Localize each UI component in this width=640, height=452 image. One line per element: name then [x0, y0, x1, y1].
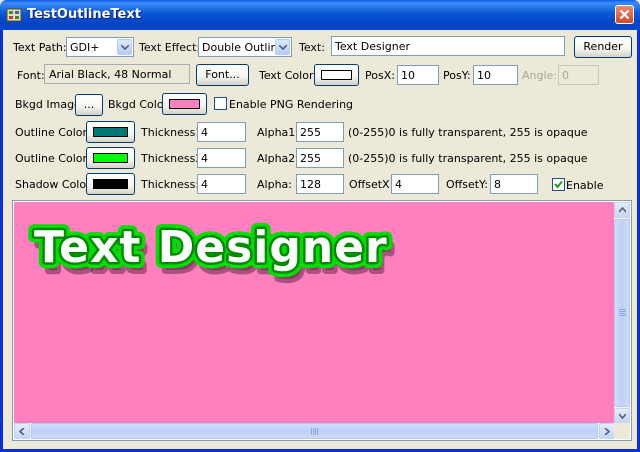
text-color-label: Text Color: — [259, 69, 317, 82]
alpha1-value: 255 — [300, 126, 321, 139]
thickness1-input[interactable]: 4 — [197, 122, 246, 142]
offsetx-label: OffsetX: — [349, 178, 394, 191]
main-window: TestOutlineText Text Path: GDI+ Text Eff… — [0, 0, 640, 452]
outline-color2-swatch — [93, 153, 128, 163]
text-effect-label: Text Effect: — [139, 41, 201, 54]
shadow-color-swatch — [93, 179, 128, 189]
alpha1-label: Alpha1: — [257, 126, 299, 139]
offsety-label: OffsetY: — [446, 178, 489, 191]
outline-color1-button[interactable] — [86, 121, 135, 143]
thickness1-value: 4 — [201, 126, 208, 139]
posx-input[interactable]: 10 — [397, 65, 439, 85]
alpha1-input[interactable]: 255 — [296, 122, 344, 142]
angle-input: 0 — [558, 65, 599, 85]
shadow-color-label: Shadow Color: — [15, 178, 95, 191]
posx-label: PosX: — [365, 69, 395, 82]
thickness2-value: 4 — [201, 152, 208, 165]
offsety-value: 8 — [494, 178, 501, 191]
shadow-enable-checkbox[interactable] — [552, 178, 565, 191]
text-input-value: Text Designer — [335, 40, 411, 53]
horizontal-scroll-thumb[interactable] — [31, 423, 598, 439]
shadow-alpha-input[interactable]: 128 — [296, 174, 344, 194]
text-fill: Text Designer — [34, 222, 388, 273]
shadow-enable-label: Enable — [566, 179, 604, 192]
shadow-thickness-label: Thickness: — [141, 178, 200, 191]
font-value: Arial Black, 48 Normal — [49, 68, 172, 81]
posx-value: 10 — [401, 69, 415, 82]
close-button[interactable] — [615, 5, 634, 24]
text-color-button[interactable] — [314, 64, 359, 86]
text-path-value: GDI+ — [70, 41, 100, 54]
offsetx-value: 4 — [395, 178, 402, 191]
shadow-color-button[interactable] — [86, 173, 135, 195]
outline-color1-swatch — [93, 127, 128, 137]
bkgd-color-swatch — [169, 99, 200, 109]
text-effect-value: Double Outline — [202, 41, 285, 54]
alpha2-label: Alpha2: — [257, 152, 299, 165]
png-rendering-checkbox[interactable] — [214, 97, 227, 110]
png-rendering-label: Enable PNG Rendering — [229, 98, 354, 111]
thickness2-input[interactable]: 4 — [197, 148, 246, 168]
alpha2-input[interactable]: 255 — [296, 148, 344, 168]
outline-color2-button[interactable] — [86, 147, 135, 169]
preview-canvas: Text Designer Text Designer Text Designe… — [14, 202, 615, 424]
shadow-thickness-input[interactable]: 4 — [197, 174, 246, 194]
scroll-down-button[interactable] — [614, 408, 630, 424]
angle-value: 0 — [562, 69, 569, 82]
text-path-select[interactable]: GDI+ — [66, 37, 134, 57]
scroll-left-button[interactable] — [14, 423, 30, 439]
vertical-scroll-thumb[interactable] — [614, 219, 630, 407]
arrow-down-icon — [619, 413, 626, 419]
checkmark-icon — [554, 180, 563, 189]
scroll-right-button[interactable] — [599, 423, 615, 439]
text-effect-select[interactable]: Double Outline — [198, 37, 292, 57]
preview-panel: Text Designer Text Designer Text Designe… — [12, 200, 632, 441]
vertical-scrollbar[interactable] — [614, 202, 630, 424]
app-icon — [6, 8, 22, 22]
title-bar[interactable]: TestOutlineText — [0, 0, 640, 30]
dropdown-arrow-icon[interactable] — [275, 39, 290, 55]
alpha2-value: 255 — [300, 152, 321, 165]
shadow-alpha-value: 128 — [300, 178, 321, 191]
font-display: Arial Black, 48 Normal — [44, 64, 190, 84]
dropdown-arrow-icon[interactable] — [117, 39, 132, 55]
bkgd-color-button[interactable] — [162, 93, 207, 115]
font-button[interactable]: Font... — [196, 64, 249, 86]
offsetx-input[interactable]: 4 — [391, 174, 439, 194]
arrow-up-icon — [619, 207, 626, 213]
rendered-text: Text Designer Text Designer Text Designe… — [28, 216, 395, 285]
arrow-left-icon — [19, 428, 25, 435]
scrollbar-corner — [614, 423, 630, 439]
text-input[interactable]: Text Designer — [331, 36, 565, 56]
posy-input[interactable]: 10 — [473, 65, 518, 85]
window-title: TestOutlineText — [27, 7, 141, 22]
text-color-swatch — [321, 70, 352, 80]
scroll-up-button[interactable] — [614, 202, 630, 218]
text-path-label: Text Path: — [13, 41, 67, 54]
angle-label: Angle: — [522, 69, 558, 82]
bkgd-image-button[interactable]: ... — [75, 94, 103, 116]
font-label: Font: — [17, 69, 45, 82]
posy-label: PosY: — [443, 69, 471, 82]
close-icon — [619, 9, 630, 20]
horizontal-scrollbar[interactable] — [14, 423, 615, 439]
shadow-alpha-label: Alpha: — [257, 178, 292, 191]
offsety-input[interactable]: 8 — [490, 174, 538, 194]
render-button[interactable]: Render — [574, 36, 632, 58]
arrow-right-icon — [604, 428, 610, 435]
alpha1-hint: (0-255)0 is fully transparent, 255 is op… — [348, 126, 588, 139]
text-label: Text: — [299, 41, 325, 54]
alpha2-hint: (0-255)0 is fully transparent, 255 is op… — [348, 152, 588, 165]
posy-value: 10 — [477, 69, 491, 82]
shadow-thickness-value: 4 — [201, 178, 208, 191]
